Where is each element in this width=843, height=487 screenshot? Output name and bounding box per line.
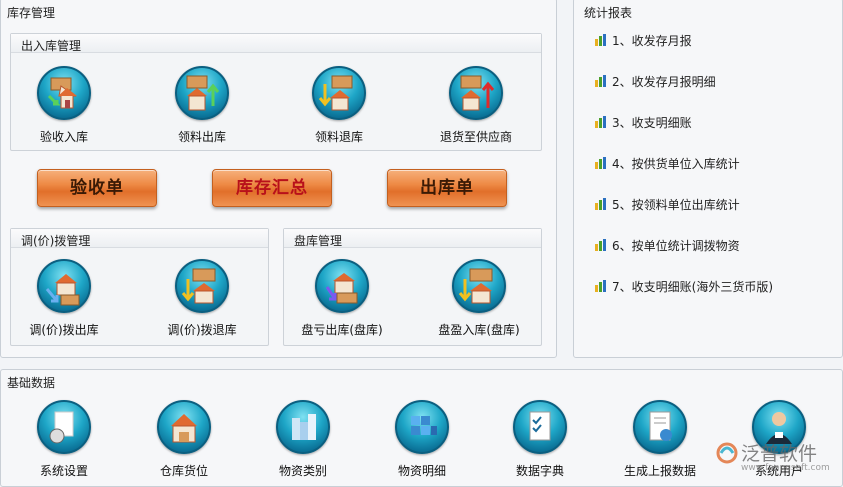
stock-loss-icon xyxy=(315,259,369,313)
receive-stock-button[interactable]: 验收入库 xyxy=(19,66,109,148)
report-item-label: 6、按单位统计调拨物资 xyxy=(612,239,740,253)
outbound-button[interactable]: 出库单 xyxy=(387,169,507,207)
return-to-supplier-button[interactable]: 退货至供应商 xyxy=(431,66,521,148)
receipt-button[interactable]: 验收单 xyxy=(37,169,157,207)
issue-materials-button[interactable]: 领料出库 xyxy=(157,66,247,148)
report-item[interactable]: 6、按单位统计调拨物资 xyxy=(594,237,740,255)
transfer-return-button[interactable]: 调(价)拨退库 xyxy=(157,259,247,341)
inventory-panel: 库存管理 出入库管理 验收入库 领料出库 领料退库 退货至供应商 验收单 库存汇… xyxy=(0,0,557,358)
brand-watermark: 泛普软件 www.fanpusoft.com xyxy=(715,439,835,479)
receive-stock-label: 验收入库 xyxy=(39,130,88,144)
basic-item-label: 生成上报数据 xyxy=(623,464,696,478)
material-detail-button[interactable]: 物资明细 xyxy=(377,400,467,482)
report-item-label: 7、收支明细账(海外三货币版) xyxy=(612,280,773,294)
data-dictionary-icon xyxy=(513,400,567,454)
reports-panel-title: 统计报表 xyxy=(584,6,633,20)
return-materials-label: 领料退库 xyxy=(314,130,363,144)
basic-item-label: 物资明细 xyxy=(397,464,446,478)
stocktake-group-title: 盘库管理 xyxy=(294,234,343,248)
report-item[interactable]: 7、收支明细账(海外三货币版) xyxy=(594,278,773,296)
material-category-button[interactable]: 物资类别 xyxy=(258,400,348,482)
return-to-supplier-icon xyxy=(449,66,503,120)
transfer-out-button[interactable]: 调(价)拨出库 xyxy=(19,259,109,341)
warehouse-location-button[interactable]: 仓库货位 xyxy=(139,400,229,482)
transfer-group-title: 调(价)拨管理 xyxy=(21,234,91,248)
bar-chart-icon xyxy=(595,34,606,46)
basic-item-label: 数据字典 xyxy=(515,464,564,478)
report-item-label: 4、按供货单位入库统计 xyxy=(612,157,740,171)
report-item[interactable]: 1、收发存月报 xyxy=(594,32,692,50)
bar-chart-icon xyxy=(595,198,606,210)
stock-gain-button[interactable]: 盘盈入库(盘库) xyxy=(434,259,524,341)
return-to-supplier-label: 退货至供应商 xyxy=(439,130,512,144)
inout-group-title: 出入库管理 xyxy=(21,39,82,53)
report-item[interactable]: 3、收支明细账 xyxy=(594,114,692,132)
system-settings-icon xyxy=(37,400,91,454)
transfer-out-icon xyxy=(37,259,91,313)
bar-chart-icon xyxy=(595,280,606,292)
data-dictionary-button[interactable]: 数据字典 xyxy=(495,400,585,482)
bar-chart-icon xyxy=(595,157,606,169)
bar-chart-icon xyxy=(595,75,606,87)
basic-item-label: 物资类别 xyxy=(278,464,327,478)
system-settings-button[interactable]: 系统设置 xyxy=(19,400,109,482)
report-item[interactable]: 4、按供货单位入库统计 xyxy=(594,155,740,173)
bar-chart-icon xyxy=(595,116,606,128)
transfer-group: 调(价)拨管理 调(价)拨出库 调(价)拨退库 xyxy=(10,228,269,346)
issue-materials-label: 领料出库 xyxy=(177,130,226,144)
transfer-out-label: 调(价)拨出库 xyxy=(29,323,99,337)
brand-url: www.fanpusoft.com xyxy=(741,463,830,473)
stock-loss-label: 盘亏出库(盘库) xyxy=(301,323,383,337)
return-materials-button[interactable]: 领料退库 xyxy=(294,66,384,148)
issue-materials-icon xyxy=(175,66,229,120)
transfer-return-icon xyxy=(175,259,229,313)
stock-gain-label: 盘盈入库(盘库) xyxy=(438,323,520,337)
brand-name: 泛普软件 xyxy=(741,443,818,465)
report-item-label: 2、收发存月报明细 xyxy=(612,75,716,89)
basic-item-label: 系统设置 xyxy=(39,464,88,478)
generate-report-data-button[interactable]: 生成上报数据 xyxy=(615,400,705,482)
basic-item-label: 仓库货位 xyxy=(159,464,208,478)
report-item[interactable]: 2、收发存月报明细 xyxy=(594,73,716,91)
generate-report-data-icon xyxy=(633,400,687,454)
stock-loss-button[interactable]: 盘亏出库(盘库) xyxy=(297,259,387,341)
basic-data-panel-title: 基础数据 xyxy=(7,376,56,390)
report-item-label: 3、收支明细账 xyxy=(612,116,692,130)
material-detail-icon xyxy=(395,400,449,454)
reports-panel: 统计报表 1、收发存月报 2、收发存月报明细 3、收支明细账 4、按供货单位入库统计 5… xyxy=(573,0,843,358)
report-item[interactable]: 5、按领料单位出库统计 xyxy=(594,196,740,214)
stock-gain-icon xyxy=(452,259,506,313)
report-item-label: 5、按领料单位出库统计 xyxy=(612,198,740,212)
inventory-summary-button[interactable]: 库存汇总 xyxy=(212,169,332,207)
stocktake-group: 盘库管理 盘亏出库(盘库) 盘盈入库(盘库) xyxy=(283,228,542,346)
inout-group: 出入库管理 验收入库 领料出库 领料退库 退货至供应商 xyxy=(10,33,542,151)
material-category-icon xyxy=(276,400,330,454)
receive-stock-icon xyxy=(37,66,91,120)
return-materials-icon xyxy=(312,66,366,120)
transfer-return-label: 调(价)拨退库 xyxy=(167,323,237,337)
warehouse-location-icon xyxy=(157,400,211,454)
inventory-panel-title: 库存管理 xyxy=(7,6,56,20)
report-item-label: 1、收发存月报 xyxy=(612,34,692,48)
bar-chart-icon xyxy=(595,239,606,251)
